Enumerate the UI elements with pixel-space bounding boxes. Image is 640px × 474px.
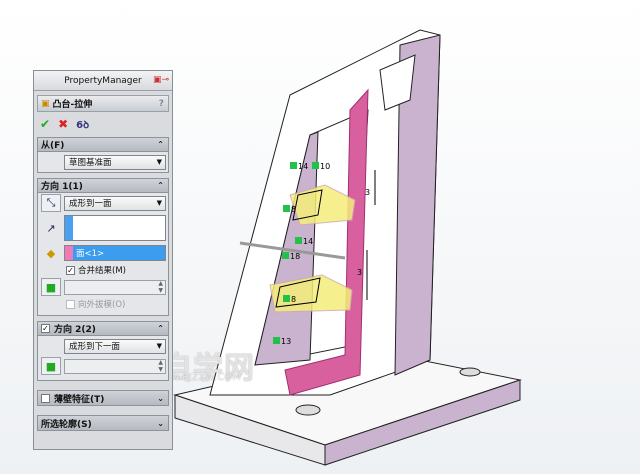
dimension-label[interactable]: 3 [365,188,370,197]
chevron-down-icon: ▼ [156,158,162,166]
help-button[interactable]: ? [159,99,164,109]
draft-outward-checkbox[interactable]: 向外拔模(O) [38,297,168,311]
checkbox-label: 合并结果(M) [78,266,126,276]
preview-icon[interactable]: 6ꝺ [76,117,89,131]
extrude-icon: ▣ [41,98,50,109]
draft-angle-spinner-2[interactable]: ▲ ▼ [64,358,166,374]
end-condition-select-2[interactable]: 成形到下一面 ▼ [64,338,166,354]
checkbox-icon[interactable] [66,299,75,309]
chevron-down-icon: ▼ [156,342,162,350]
reverse-direction-icon[interactable]: ⤡ [41,194,61,212]
section-direction2: ✓ 方向 2(2) ⌃ 成形到下一面 ▼ ■ ▲ ▼ [37,321,169,381]
chevron-down-icon: ▼ [156,199,162,207]
property-manager-title-bar: PropertyManager ▣⊸ [34,71,172,91]
relation-label: 14 [298,162,308,171]
select-value: 草图基准面 [69,158,112,168]
feature-name: 凸台-拉伸 [52,100,93,110]
expand-icon[interactable]: ⌄ [157,419,164,428]
relation-icon[interactable] [295,237,302,244]
collapse-icon[interactable]: ⌃ [157,140,164,149]
panel-title: PropertyManager [64,75,142,86]
expand-icon[interactable]: ⌄ [157,394,164,403]
from-select[interactable]: 草图基准面 ▼ [64,154,166,170]
dimension-label[interactable]: 3 [357,268,362,277]
select-value: 成形到下一面 [69,342,121,352]
draft-icon[interactable]: ■ [41,278,61,296]
section-thin-feature: 薄壁特征(T) ⌄ [37,390,169,406]
section-header[interactable]: 从(F) ⌃ [38,138,168,152]
section-label: 方向 2(2) [54,325,96,335]
relation-icon[interactable] [312,162,319,169]
section-label: 所选轮廓(S) [41,419,92,430]
select-value: 成形到一面 [69,199,112,209]
section-header[interactable]: ✓ 方向 2(2) ⌃ [38,322,168,336]
feature-header: ▣ 凸台-拉伸 ? [37,95,169,112]
pin-icon[interactable]: ▣⊸ [153,75,169,85]
property-manager: PropertyManager ▣⊸ ▣ 凸台-拉伸 ? ✔ ✖ 6ꝺ 从(F)… [33,70,173,450]
section-header[interactable]: 薄壁特征(T) ⌄ [38,391,168,405]
relation-icon[interactable] [290,162,297,169]
thin-feature-checkbox[interactable] [41,393,50,403]
collapse-icon[interactable]: ⌃ [157,324,164,333]
draft-angle-spinner[interactable]: ▲ ▼ [64,279,166,295]
section-header[interactable]: 所选轮廓(S) ⌄ [38,416,168,430]
relation-icon[interactable] [283,295,290,302]
direction-vector-icon: ↗ [46,221,56,235]
relation-icon[interactable] [283,205,290,212]
relation-label: 14 [303,237,313,246]
face-selection-field[interactable]: 面<1> [64,245,166,261]
end-condition-select[interactable]: 成形到一面 ▼ [64,195,166,211]
section-label: 方向 1(1) [41,182,83,192]
merge-checkbox[interactable]: ✓ 合并结果(M) [38,263,168,277]
collapse-icon[interactable]: ⌃ [157,181,164,190]
ok-icon[interactable]: ✔ [40,117,50,131]
hole [459,367,481,377]
section-label: 薄壁特征(T) [54,394,105,405]
draft-icon[interactable]: ■ [41,357,61,375]
relation-label: 8 [291,205,296,214]
relation-icon[interactable] [273,337,280,344]
hole [295,404,321,416]
section-selected-contours: 所选轮廓(S) ⌄ [37,415,169,431]
selected-face-label: 面<1> [76,249,105,259]
direction-vector-list[interactable] [64,215,166,241]
face-icon: ◆ [46,246,56,260]
section-header[interactable]: 方向 1(1) ⌃ [38,179,168,193]
cancel-icon[interactable]: ✖ [58,117,68,131]
relation-label: 10 [320,162,330,171]
relation-icon[interactable] [282,252,289,259]
section-from: 从(F) ⌃ 草图基准面 ▼ [37,137,169,173]
relation-label: 18 [290,252,300,261]
section-label: 从(F) [41,141,65,151]
checkbox-label: 向外拔模(O) [78,300,126,310]
relation-label: 13 [281,337,291,346]
relation-label: 8 [291,295,296,304]
checkbox-icon[interactable]: ✓ [66,265,75,275]
direction2-checkbox[interactable]: ✓ [41,324,50,333]
section-direction1: 方向 1(1) ⌃ ⤡ 成形到一面 ▼ ↗ ◆ 面<1> ✓ 合并结果(M) ■ ▲ ▼ 向外… [37,178,169,316]
